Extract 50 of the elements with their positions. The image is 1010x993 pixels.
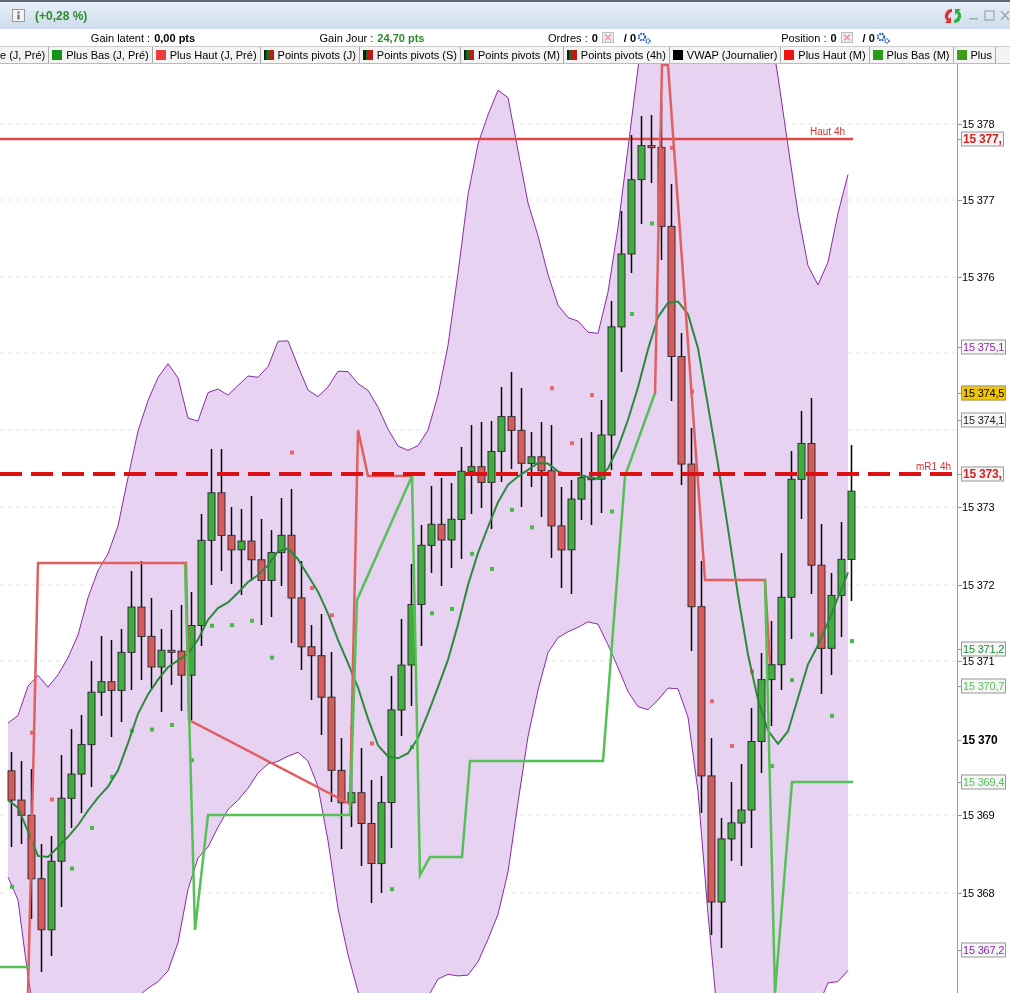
level-label: mR1 4h: [916, 461, 951, 472]
status-value: / 0: [623, 31, 637, 44]
price-label: 15 370: [962, 733, 998, 747]
price-tag: 15 375,1: [961, 339, 1007, 355]
cancel-icon[interactable]: [840, 32, 853, 43]
price-label: 15 378: [962, 117, 995, 131]
indicator-tab[interactable]: Points pivots (J): [260, 47, 360, 63]
price-label: 15 369: [962, 808, 995, 822]
level-label: Haut 4h: [810, 126, 846, 137]
price-tag: 15 367,2: [961, 942, 1007, 958]
indicator-tab[interactable]: Plus Haut (J, Pré): [152, 47, 261, 63]
cancel-icon[interactable]: [601, 32, 614, 43]
indicator-tab[interactable]: Plus Bas (J, Pré): [49, 47, 153, 63]
status-label: Ordres :: [547, 31, 588, 44]
status-value: 24,70 pts: [377, 31, 425, 44]
gear-icon[interactable]: [637, 31, 653, 44]
refresh-icon[interactable]: [943, 6, 963, 25]
status-value: / 0: [862, 31, 875, 44]
close-icon[interactable]: [1000, 10, 1010, 21]
indicator-tab[interactable]: VWAP (Journalier): [669, 47, 782, 63]
status-value: 0,00 pts: [154, 31, 196, 44]
price-label: 15 368: [962, 886, 995, 900]
price-tag: 15 369,4: [961, 774, 1007, 790]
indicator-tab[interactable]: Points pivots (4h): [563, 47, 670, 63]
change-percent: (+0,28 %): [35, 8, 88, 23]
price-tag: 15 374,5: [961, 385, 1007, 401]
price-label: 15 373: [962, 500, 995, 514]
price-tag: 15 374,1: [961, 412, 1007, 428]
indicator-tab[interactable]: Points pivots (M): [460, 47, 564, 63]
indicator-tab[interactable]: Plus Haut (M): [781, 47, 870, 63]
price-tag: 15 373,: [961, 466, 1004, 482]
price-label: 15 376: [962, 270, 995, 284]
indicator-tab[interactable]: Plus Bas (M): [869, 47, 954, 63]
info-icon[interactable]: [12, 9, 25, 22]
status-value: 0: [830, 31, 837, 44]
price-tag: 15 377,: [961, 131, 1004, 147]
indicator-tab[interactable]: Points pivots (S): [359, 47, 461, 63]
price-label: 15 372: [962, 578, 995, 592]
status-label: Gain Jour :: [319, 31, 374, 44]
status-value: 0: [591, 31, 598, 44]
status-label: Position :: [781, 31, 827, 44]
price-label: 15 377: [962, 193, 995, 207]
price-tag: 15 370,7: [961, 678, 1007, 694]
maximize-icon[interactable]: [984, 10, 995, 21]
status-label: Gain latent :: [90, 31, 151, 44]
gear-icon[interactable]: [875, 31, 891, 44]
price-tag: 15 371,2: [961, 641, 1007, 657]
indicator-tab[interactable]: Plus: [953, 47, 996, 63]
indicator-tab[interactable]: e (J, Pré): [0, 47, 50, 63]
price-label: 15 371: [962, 654, 995, 668]
